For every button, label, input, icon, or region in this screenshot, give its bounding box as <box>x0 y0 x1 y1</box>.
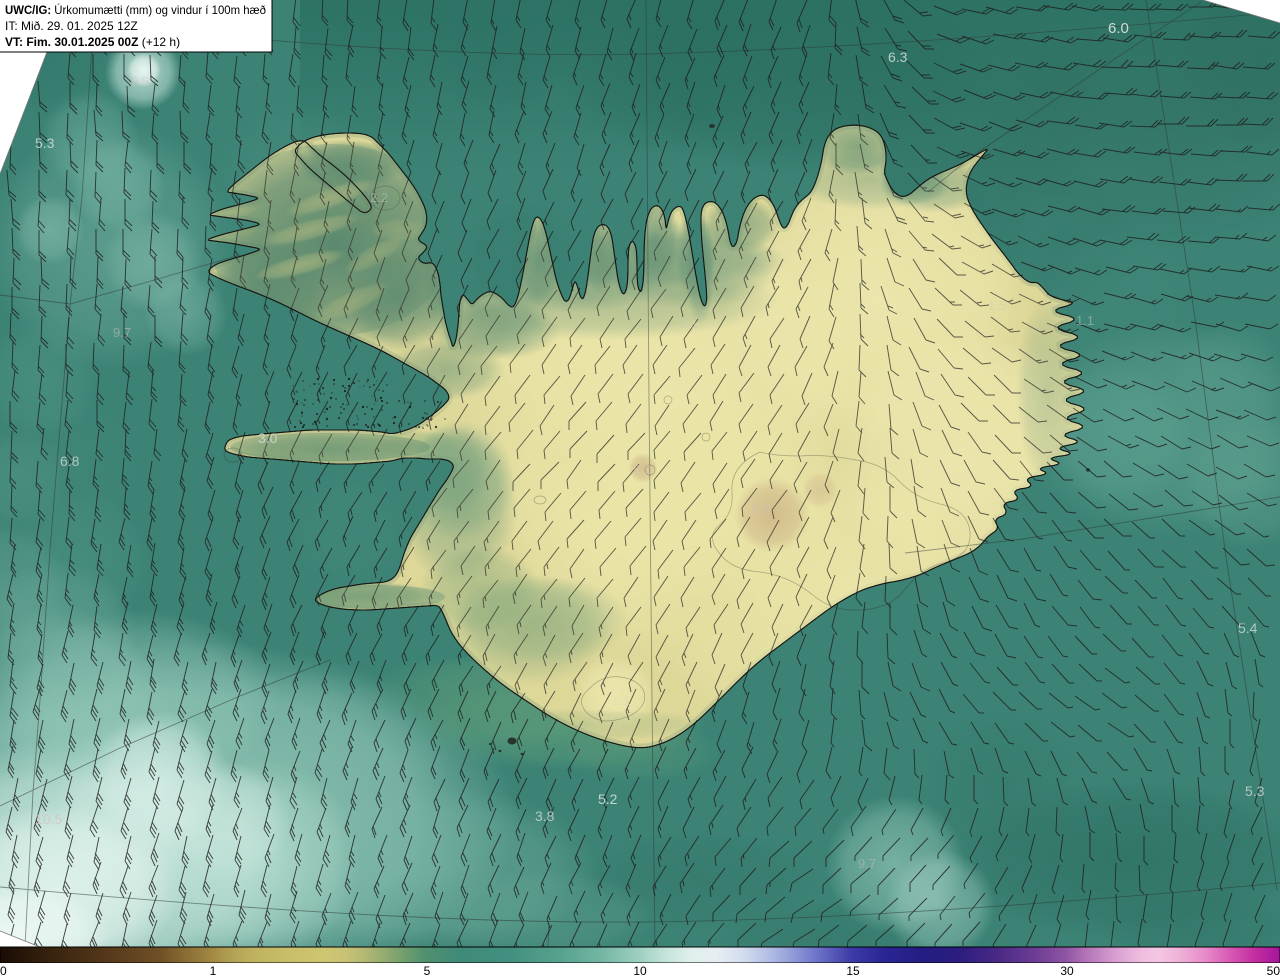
svg-text:1.1: 1.1 <box>612 693 630 708</box>
svg-text:30: 30 <box>1060 964 1074 978</box>
svg-text:5.4: 5.4 <box>1238 620 1258 636</box>
svg-text:0.6: 0.6 <box>634 462 652 477</box>
svg-text:UWC/IG: Úrkomumætti (mm) og vi: UWC/IG: Úrkomumætti (mm) og vindur í 100… <box>5 2 266 17</box>
svg-text:3.8: 3.8 <box>535 808 555 824</box>
svg-text:9.5: 9.5 <box>131 74 149 89</box>
svg-text:1.1: 1.1 <box>680 316 698 331</box>
svg-text:15: 15 <box>846 964 860 978</box>
svg-text:6.0: 6.0 <box>1108 20 1129 37</box>
svg-text:10.5: 10.5 <box>35 811 62 827</box>
svg-text:IT: Mið. 29. 01. 2025 12Z: IT: Mið. 29. 01. 2025 12Z <box>5 19 138 33</box>
svg-text:5.3: 5.3 <box>1245 783 1265 799</box>
svg-text:6.3: 6.3 <box>888 49 908 65</box>
svg-text:1.1: 1.1 <box>1076 313 1094 328</box>
svg-text:50: 50 <box>1267 964 1280 978</box>
svg-text:0.6: 0.6 <box>752 501 770 516</box>
svg-text:9.7: 9.7 <box>113 325 131 340</box>
svg-text:2.2: 2.2 <box>370 190 388 205</box>
svg-text:3.0: 3.0 <box>258 430 278 446</box>
svg-text:10: 10 <box>633 964 647 978</box>
svg-text:5.3: 5.3 <box>35 135 55 151</box>
svg-text:6.8: 6.8 <box>60 453 80 469</box>
svg-text:1: 1 <box>210 964 217 978</box>
svg-text:VT: Fim. 30.01.2025 00Z (+12 h: VT: Fim. 30.01.2025 00Z (+12 h) <box>5 35 180 49</box>
svg-text:5.2: 5.2 <box>598 791 618 807</box>
svg-text:9.7: 9.7 <box>858 856 876 871</box>
svg-text:5: 5 <box>424 964 431 978</box>
svg-text:0: 0 <box>0 964 7 978</box>
svg-text:1.5: 1.5 <box>988 298 1006 313</box>
